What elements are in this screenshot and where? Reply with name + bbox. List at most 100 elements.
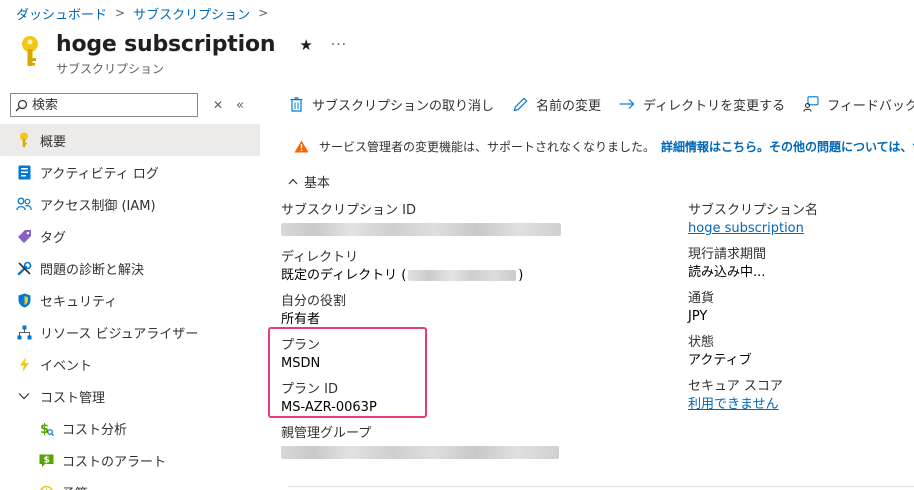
redacted-value <box>281 446 559 459</box>
breadcrumb-separator-icon: > <box>258 6 269 20</box>
sidebar-search-box[interactable] <box>10 93 198 117</box>
key-icon <box>22 36 38 66</box>
sidebar-item-cost-analysis[interactable]: $ コスト分析 <box>0 412 260 444</box>
sidebar-item-label: セキュリティ <box>40 294 118 310</box>
sidebar-nav: 概要 アクティビティ ログ アクセス制御 (IAM) タグ 問題の診断と解決 セ… <box>0 124 260 490</box>
sidebar: ✕ « 概要 アクティビティ ログ アクセス制御 (IAM) タグ <box>0 88 260 490</box>
sidebar-item-overview[interactable]: 概要 <box>0 124 260 156</box>
currency-value: JPY <box>688 309 708 324</box>
secure-score-label: セキュア スコア <box>688 379 783 394</box>
change-directory-label: ディレクトリを変更する <box>643 98 786 114</box>
breadcrumb-subscriptions-link[interactable]: サブスクリプション <box>133 4 250 23</box>
trash-icon <box>288 96 304 112</box>
subscription-id-value <box>281 223 581 241</box>
chevron-down-icon <box>16 388 32 404</box>
directory-label: ディレクトリ <box>281 250 359 265</box>
warning-details-link[interactable]: 詳細情報はこちら。その他の問題については、サ <box>661 138 914 155</box>
essentials-right-column: サブスクリプション名 hoge subscription 現行請求期間 読み込み… <box>688 202 908 422</box>
collapse-sidebar-icon[interactable]: « <box>236 98 244 113</box>
page-header: hoge subscription ★ ··· サブスクリプション <box>16 32 347 80</box>
sidebar-item-label: 予算 <box>62 483 88 490</box>
sidebar-item-label: コスト管理 <box>40 390 106 406</box>
parent-management-group-label: 親管理グループ <box>281 426 372 441</box>
sidebar-item-label: 概要 <box>40 134 67 150</box>
sidebar-search-input[interactable] <box>32 97 182 113</box>
warning-banner: サービス管理者の変更機能は、サポートされなくなりました。 詳細情報はこちら。その… <box>294 137 914 155</box>
wrench-icon <box>16 260 32 276</box>
hierarchy-icon <box>16 324 32 340</box>
sidebar-item-iam[interactable]: アクセス制御 (IAM) <box>0 188 260 220</box>
cost-analysis-icon: $ <box>38 420 54 436</box>
section-divider <box>288 486 914 487</box>
breadcrumb-separator-icon: > <box>115 6 126 20</box>
svg-text:$: $ <box>40 422 49 436</box>
sidebar-item-label: コストのアラート <box>62 454 167 470</box>
redacted-value <box>281 223 561 236</box>
command-bar: サブスクリプションの取り消し 名前の変更 ディレクトリを変更する フィードバック <box>288 94 914 114</box>
search-icon <box>15 99 28 111</box>
sidebar-item-label: タグ <box>40 230 67 246</box>
sidebar-item-diagnose[interactable]: 問題の診断と解決 <box>0 252 260 284</box>
redacted-value <box>408 270 517 281</box>
tag-icon <box>16 228 32 244</box>
activity-log-icon <box>16 164 32 180</box>
billing-period-value: 読み込み中... <box>688 265 766 280</box>
collapse-up-icon[interactable]: ✕ <box>210 98 226 112</box>
parent-management-group-value <box>281 446 581 464</box>
people-icon <box>16 196 32 212</box>
rename-button[interactable]: 名前の変更 <box>512 95 601 114</box>
billing-period-label: 現行請求期間 <box>688 247 767 262</box>
breadcrumb-dashboard-link[interactable]: ダッシュボード <box>16 4 107 23</box>
pencil-icon <box>512 96 528 112</box>
shield-icon <box>16 292 32 308</box>
feedback-button[interactable]: フィードバック <box>803 95 914 114</box>
subscription-id-label: サブスクリプション ID <box>281 203 416 218</box>
sidebar-search-row: ✕ « <box>10 93 260 117</box>
rename-label: 名前の変更 <box>536 98 602 114</box>
sidebar-item-tags[interactable]: タグ <box>0 220 260 252</box>
sidebar-item-resource-visualizer[interactable]: リソース ビジュアライザー <box>0 316 260 348</box>
sidebar-item-label: コスト分析 <box>62 422 128 438</box>
essentials-heading: 基本 <box>304 176 331 191</box>
status-label: 状態 <box>688 335 715 350</box>
warning-icon <box>294 140 309 152</box>
sidebar-item-label: 問題の診断と解決 <box>40 262 145 278</box>
favorite-star-icon[interactable]: ★ <box>299 36 312 54</box>
chevron-up-icon <box>288 178 298 185</box>
budget-icon: $ <box>38 484 54 490</box>
essentials-toggle[interactable]: 基本 <box>288 172 330 191</box>
subscription-name-link[interactable]: hoge subscription <box>688 220 908 238</box>
feedback-label: フィードバック <box>827 98 914 114</box>
sidebar-item-events[interactable]: イベント <box>0 348 260 380</box>
directory-value: 既定のディレクトリ () <box>281 267 581 285</box>
sidebar-item-label: リソース ビジュアライザー <box>40 326 199 342</box>
secure-score-link[interactable]: 利用できません <box>688 396 908 414</box>
more-options-icon[interactable]: ··· <box>331 37 347 53</box>
directory-name: 既定のディレクトリ ( <box>281 268 407 283</box>
plan-highlight-box <box>268 327 427 418</box>
directory-suffix: ) <box>518 268 524 283</box>
svg-text:$: $ <box>43 455 49 465</box>
sidebar-item-activity-log[interactable]: アクティビティ ログ <box>0 156 260 188</box>
sidebar-item-security[interactable]: セキュリティ <box>0 284 260 316</box>
sidebar-item-label: アクセス制御 (IAM) <box>40 198 156 214</box>
cancel-subscription-label: サブスクリプションの取り消し <box>312 98 495 114</box>
page-title: hoge subscription <box>56 32 276 57</box>
sidebar-item-label: イベント <box>40 358 93 374</box>
arrow-right-icon <box>619 96 635 112</box>
subscription-name-label: サブスクリプション名 <box>688 203 819 218</box>
page-subtitle: サブスクリプション <box>56 62 165 76</box>
currency-label: 通貨 <box>688 291 715 306</box>
sidebar-item-cost-management[interactable]: コスト管理 <box>0 380 260 412</box>
sidebar-item-label: アクティビティ ログ <box>40 166 159 182</box>
change-directory-button[interactable]: ディレクトリを変更する <box>619 95 785 114</box>
cost-alert-icon: $ <box>38 452 54 468</box>
status-value: アクティブ <box>688 353 752 368</box>
sidebar-item-cost-alerts[interactable]: $ コストのアラート <box>0 444 260 476</box>
key-icon <box>16 132 32 148</box>
breadcrumb: ダッシュボード > サブスクリプション > <box>16 4 276 23</box>
feedback-icon <box>803 96 819 112</box>
sidebar-item-budgets[interactable]: $ 予算 <box>0 476 260 490</box>
cancel-subscription-button[interactable]: サブスクリプションの取り消し <box>288 95 494 114</box>
warning-text: サービス管理者の変更機能は、サポートされなくなりました。 <box>319 139 656 154</box>
